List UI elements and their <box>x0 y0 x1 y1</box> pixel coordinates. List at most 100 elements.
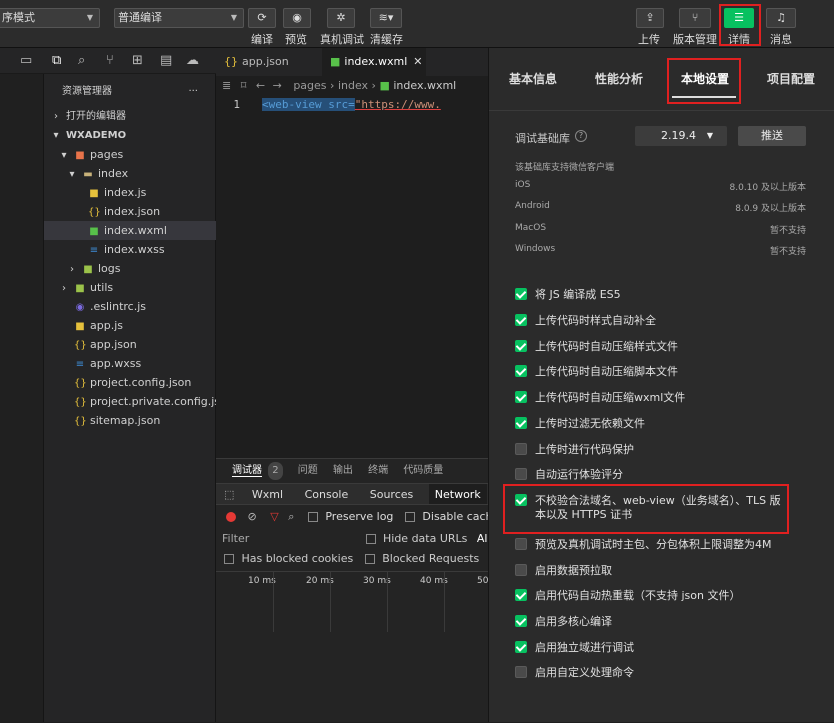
setting-minify-style[interactable]: 上传代码时自动压缩样式文件 <box>515 340 678 358</box>
tree-item-eslintrc[interactable]: ◉ .eslintrc.js <box>44 297 216 316</box>
compile-select[interactable]: 普通编译 ▼ <box>114 8 244 28</box>
checkbox-checked[interactable] <box>515 417 527 429</box>
checkbox-checked[interactable] <box>515 615 527 627</box>
breadcrumb-file[interactable]: index.wxml <box>393 79 456 92</box>
extensions-icon[interactable]: ⊞ <box>132 53 143 68</box>
checkbox-unchecked[interactable] <box>515 538 527 550</box>
panel-sources[interactable]: Sources <box>370 488 414 501</box>
cloud-icon[interactable]: ☁ <box>186 53 199 68</box>
panel-console[interactable]: Console <box>305 488 349 501</box>
checkbox-unchecked[interactable] <box>515 666 527 678</box>
disable-cache-checkbox[interactable] <box>404 512 415 522</box>
tree-item-index-js[interactable]: ■ index.js <box>44 183 216 202</box>
setting-es5[interactable]: 将 JS 编译成 ES5 <box>515 288 621 306</box>
inspect-icon[interactable]: ⬚ <box>224 488 234 501</box>
tree-item-app-js[interactable]: ■ app.js <box>44 316 216 335</box>
checkbox-checked[interactable] <box>515 391 527 403</box>
tree-item-index-json[interactable]: {} index.json <box>44 202 216 221</box>
tree-item-logs[interactable]: › ■ logs <box>44 259 216 278</box>
mode-select[interactable]: 序模式 ▼ <box>0 8 100 28</box>
tree-item-index-wxml[interactable]: ■ index.wxml <box>44 221 216 240</box>
checkbox-unchecked[interactable] <box>515 468 527 480</box>
clear-icon[interactable]: ⊘ <box>248 510 257 523</box>
open-editors-section[interactable]: › 打开的编辑器 <box>44 107 216 126</box>
setting-multicore[interactable]: 启用多核心编译 <box>515 615 612 633</box>
preserve-log-checkbox[interactable] <box>307 512 318 522</box>
close-icon[interactable]: ✕ <box>413 55 422 68</box>
tree-item-app-wxss[interactable]: ≡ app.wxss <box>44 354 216 373</box>
checkbox-checked[interactable] <box>515 314 527 326</box>
setting-custom-command[interactable]: 启用自定义处理命令 <box>515 666 634 684</box>
tree-item-utils[interactable]: › ■ utils <box>44 278 216 297</box>
setting-minify-wxml[interactable]: 上传代码时自动压缩wxml文件 <box>515 391 685 409</box>
filter-all[interactable]: All <box>477 532 488 545</box>
panel-network[interactable]: Network <box>428 484 487 504</box>
preview-button[interactable]: ◉ <box>283 8 311 28</box>
setting-minify-script[interactable]: 上传代码时自动压缩脚本文件 <box>515 365 678 383</box>
filter-icon[interactable]: ▽ <box>270 510 278 523</box>
checkbox-checked[interactable] <box>515 365 527 377</box>
push-button[interactable]: 推送 <box>738 126 806 146</box>
breadcrumb-index[interactable]: index <box>338 79 368 92</box>
tab-quality[interactable]: 代码质量 <box>403 465 443 476</box>
checkbox-checked[interactable] <box>515 589 527 601</box>
tree-item-sitemap[interactable]: {} sitemap.json <box>44 411 216 430</box>
bookmark-icon[interactable]: ⌑ <box>241 79 247 92</box>
forward-arrow-icon[interactable]: → <box>273 79 282 92</box>
tree-item-index-wxss[interactable]: ≡ index.wxss <box>44 240 216 259</box>
code-line[interactable]: 1 <web-view src="https://www. <box>216 96 488 116</box>
base-lib-version-select[interactable]: 2.19.4 ▼ <box>635 126 727 146</box>
source-control-icon[interactable]: ⑂ <box>106 53 114 68</box>
real-debug-button[interactable]: ✲ <box>327 8 355 28</box>
tab-app-json[interactable]: {} app.json <box>216 48 320 76</box>
files-icon[interactable]: ⧉ <box>52 53 61 68</box>
checkbox-unchecked[interactable] <box>515 564 527 576</box>
panel-icon[interactable]: ▤ <box>160 53 172 68</box>
tree-item-pages[interactable]: ▾ ■ pages <box>44 145 216 164</box>
setting-code-protect[interactable]: 上传时进行代码保护 <box>515 443 634 461</box>
back-arrow-icon[interactable]: ← <box>256 79 265 92</box>
tab-output[interactable]: 输出 <box>333 465 353 476</box>
more-icon[interactable]: ··· <box>188 82 198 101</box>
blocked-cookies-checkbox[interactable] <box>224 554 234 564</box>
blocked-requests-checkbox[interactable] <box>364 554 375 564</box>
checkbox-checked[interactable] <box>515 641 527 653</box>
messages-button[interactable]: ♫ <box>766 8 796 28</box>
record-icon[interactable] <box>226 512 236 522</box>
tab-basic-info[interactable]: 基本信息 <box>509 70 557 87</box>
breadcrumb-pages[interactable]: pages <box>293 79 326 92</box>
setting-style-autocomplete[interactable]: 上传代码时样式自动补全 <box>515 314 656 332</box>
setting-filter-files[interactable]: 上传时过滤无依赖文件 <box>515 417 645 435</box>
tree-item-project-config[interactable]: {} project.config.json <box>44 373 216 392</box>
hide-data-urls-checkbox[interactable] <box>365 534 376 544</box>
upload-button[interactable]: ⇪ <box>636 8 664 28</box>
panel-wxml[interactable]: Wxml <box>252 488 283 501</box>
filter-input[interactable]: Filter <box>222 529 362 549</box>
clear-cache-button[interactable]: ≋▾ <box>370 8 402 28</box>
list-icon[interactable]: ≣ <box>222 79 231 92</box>
blocked-row: Has blocked cookies Blocked Requests <box>216 549 488 569</box>
tab-terminal[interactable]: 终端 <box>368 465 388 476</box>
help-icon[interactable]: ? <box>575 130 587 142</box>
project-section[interactable]: ▾ WXADEMO <box>44 126 216 145</box>
checkbox-unchecked[interactable] <box>515 443 527 455</box>
setting-independent-domain[interactable]: 启用独立域进行调试 <box>515 641 634 659</box>
window-icon[interactable]: ▭ <box>20 53 32 68</box>
compile-button[interactable]: ⟳ <box>248 8 276 28</box>
setting-size-limit-4m[interactable]: 预览及真机调试时主包、分包体积上限调整为4M <box>515 538 772 556</box>
tab-index-wxml[interactable]: ■ index.wxml ✕ <box>322 48 426 76</box>
tab-debugger[interactable]: 调试器 <box>232 465 262 477</box>
tree-item-project-private-config[interactable]: {} project.private.config.js... <box>44 392 231 411</box>
checkbox-checked[interactable] <box>515 340 527 352</box>
checkbox-checked[interactable] <box>515 288 527 300</box>
search-icon[interactable]: ⌕ <box>78 53 85 68</box>
search-icon[interactable]: ⌕ <box>288 510 294 523</box>
setting-data-prefetch[interactable]: 启用数据预拉取 <box>515 564 612 582</box>
tab-performance[interactable]: 性能分析 <box>595 70 643 87</box>
tab-issues[interactable]: 问题 <box>298 465 318 476</box>
setting-hot-reload[interactable]: 启用代码自动热重载（不支持 json 文件） <box>515 589 740 607</box>
tree-item-app-json[interactable]: {} app.json <box>44 335 216 354</box>
tab-project-config[interactable]: 项目配置 <box>767 70 815 87</box>
version-button[interactable]: ⑂ <box>679 8 711 28</box>
tree-item-index-folder[interactable]: ▾ ▬ index <box>44 164 216 183</box>
